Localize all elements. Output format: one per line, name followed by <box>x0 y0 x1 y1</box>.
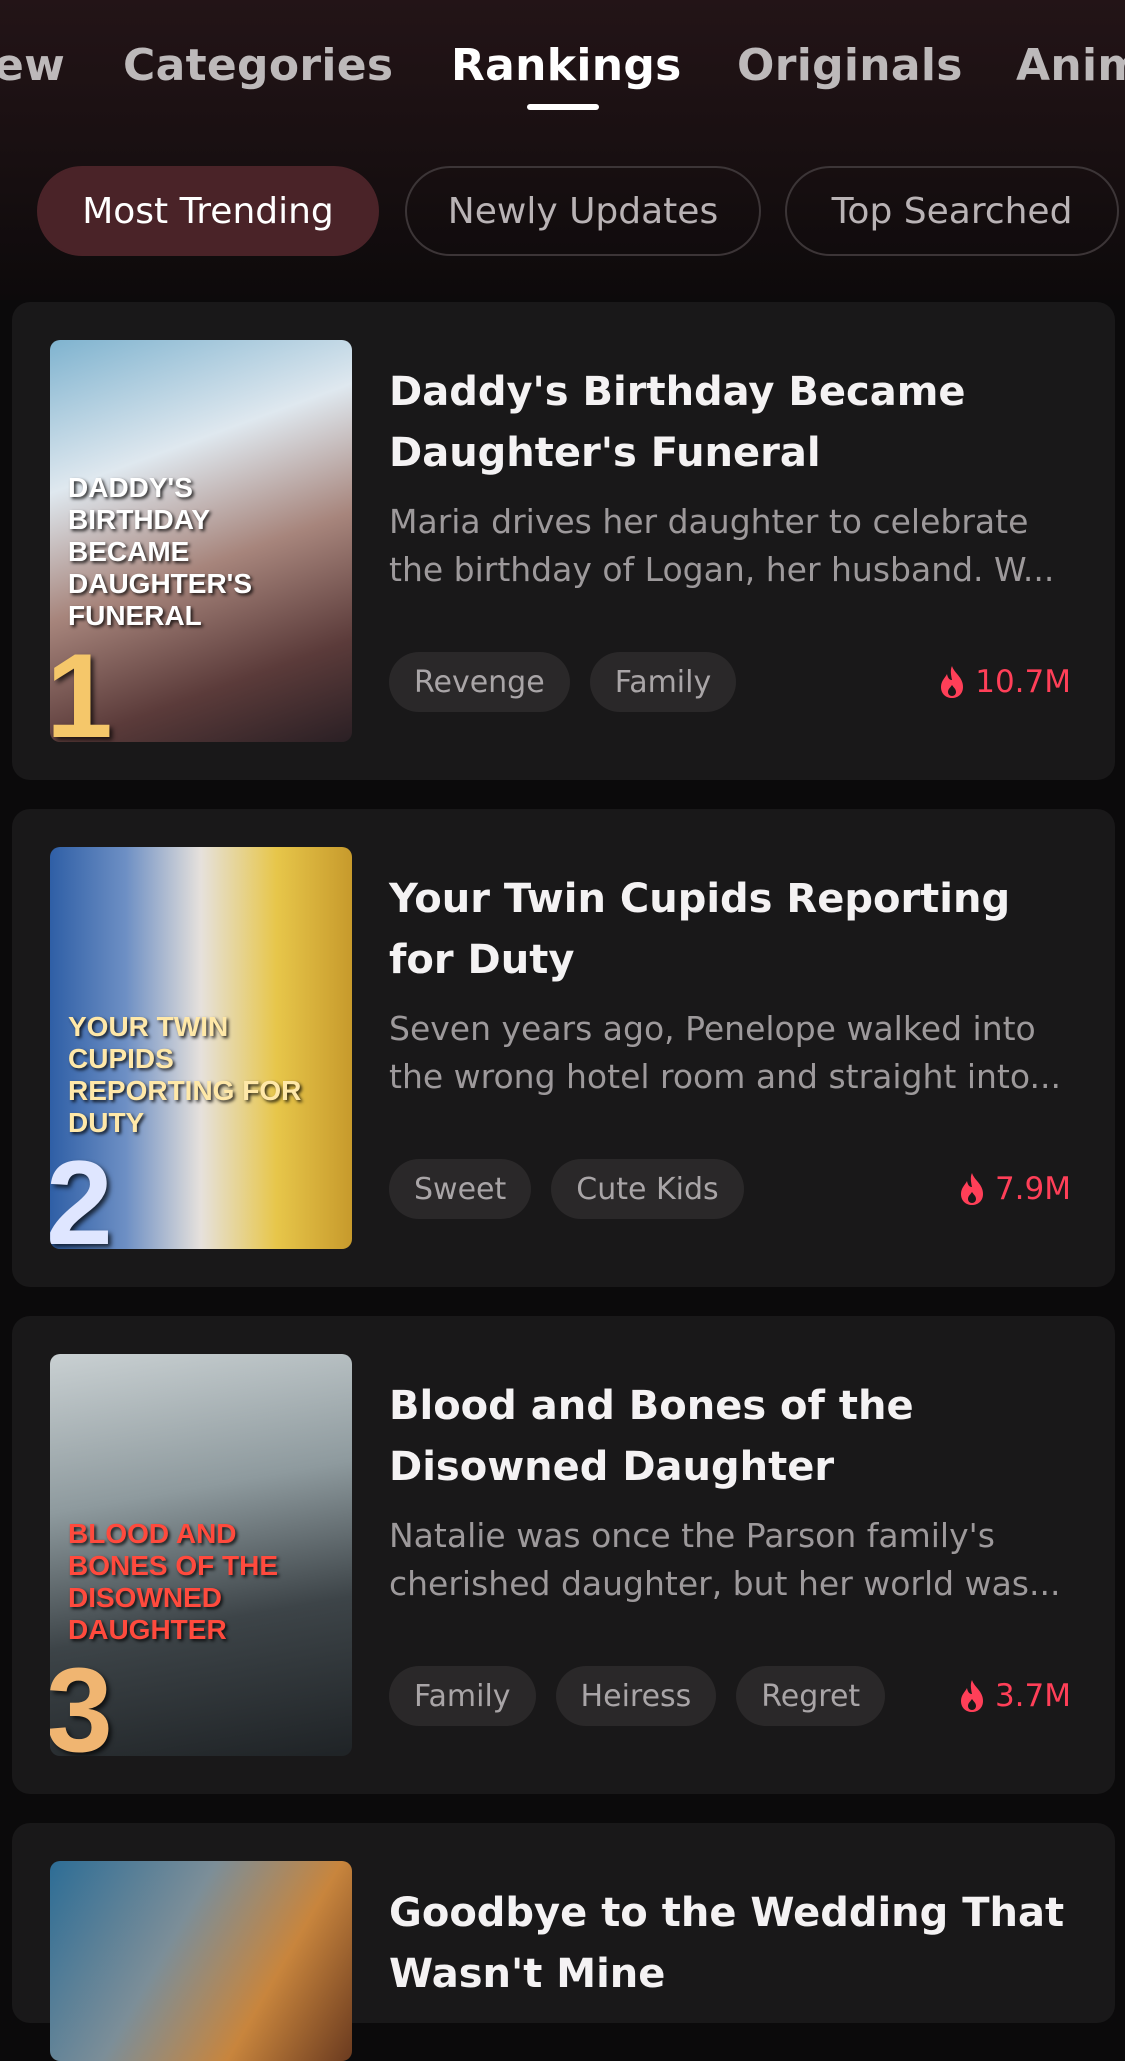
views-count: 10.7M <box>937 664 1071 700</box>
tag-list: Revenge Family <box>389 652 737 712</box>
tag-list: Sweet Cute Kids <box>389 1159 744 1219</box>
tab-categories[interactable]: Categories <box>123 40 393 91</box>
tab-new[interactable]: ew <box>0 40 65 91</box>
drama-title[interactable]: Daddy's Birthday Became Daughter's Funer… <box>389 362 1079 484</box>
genre-tag[interactable]: Family <box>389 1666 536 1726</box>
filter-newly-updates[interactable]: Newly Updates <box>405 166 761 256</box>
tab-originals[interactable]: Originals <box>737 40 963 91</box>
genre-tag[interactable]: Heiress <box>555 1666 717 1726</box>
drama-title[interactable]: Goodbye to the Wedding That Wasn't Mine <box>389 1883 1079 2005</box>
filter-top-searched[interactable]: Top Searched <box>785 166 1119 256</box>
poster-title-text: Your Twin Cupids Reporting for Duty <box>68 1011 302 1138</box>
views-count: 3.7M <box>957 1678 1071 1714</box>
tab-anime[interactable]: Anim <box>1016 40 1125 91</box>
active-tab-indicator <box>527 104 599 110</box>
poster-image[interactable]: Blood and Bones of the Disowned Daughter… <box>50 1354 352 1756</box>
poster-title-text: Daddy's Birthday became Daughter's Funer… <box>68 472 252 631</box>
poster-image[interactable]: Your Twin Cupids Reporting for Duty 2 <box>50 847 352 1249</box>
poster-image[interactable]: Daddy's Birthday became Daughter's Funer… <box>50 340 352 742</box>
top-nav: ew Categories Rankings Originals Anim <box>0 0 1125 120</box>
views-value: 7.9M <box>994 1171 1071 1207</box>
flame-icon <box>960 1680 983 1712</box>
genre-tag[interactable]: Cute Kids <box>551 1159 744 1219</box>
genre-tag[interactable]: Revenge <box>389 652 570 712</box>
ranking-card[interactable]: Goodbye to the Wedding That Wasn't Mine <box>12 1823 1115 2061</box>
drama-description: Seven years ago, Penelope walked into th… <box>389 1009 1061 1096</box>
genre-tag[interactable]: Regret <box>736 1666 886 1726</box>
views-count: 7.9M <box>957 1171 1071 1207</box>
drama-description: Maria drives her daughter to celebrate t… <box>389 502 1055 589</box>
rank-number: 2 <box>50 1136 113 1249</box>
tab-rankings[interactable]: Rankings <box>451 40 682 91</box>
flame-icon <box>960 1173 983 1205</box>
views-value: 3.7M <box>994 1678 1071 1714</box>
tag-list: Family Heiress Regret <box>389 1666 886 1726</box>
ranking-card[interactable]: Blood and Bones of the Disowned Daughter… <box>12 1316 1115 1794</box>
ranking-card[interactable]: Your Twin Cupids Reporting for Duty 2 Yo… <box>12 809 1115 1287</box>
genre-tag[interactable]: Sweet <box>389 1159 532 1219</box>
views-value: 10.7M <box>975 664 1071 700</box>
rank-number: 3 <box>50 1643 113 1756</box>
filter-most-trending[interactable]: Most Trending <box>37 166 379 256</box>
drama-title[interactable]: Your Twin Cupids Reporting for Duty <box>389 869 1079 991</box>
ranking-card[interactable]: Daddy's Birthday became Daughter's Funer… <box>12 302 1115 780</box>
poster-image[interactable] <box>50 1861 352 2061</box>
drama-title[interactable]: Blood and Bones of the Disowned Daughter <box>389 1376 1079 1498</box>
drama-description: Natalie was once the Parson family's che… <box>389 1516 1061 1603</box>
poster-title-text: Blood and Bones of the Disowned Daughter <box>68 1518 279 1645</box>
rank-number: 1 <box>50 629 113 742</box>
genre-tag[interactable]: Family <box>589 652 737 712</box>
flame-icon <box>941 666 964 698</box>
